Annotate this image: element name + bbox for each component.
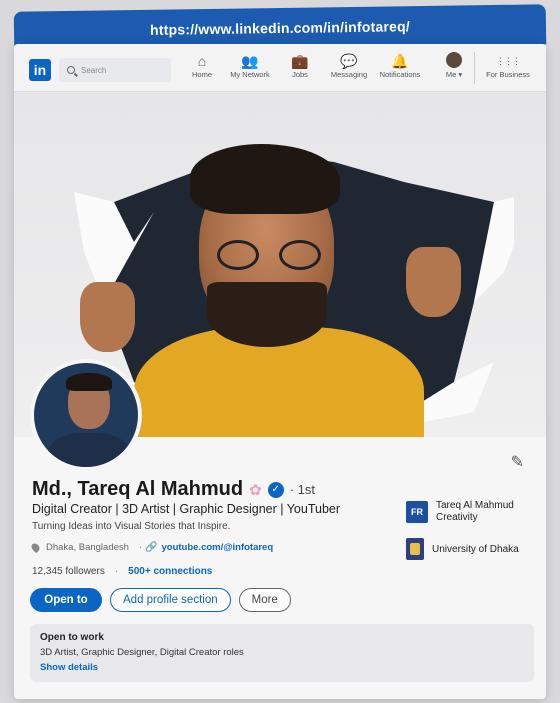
url-text: https://www.linkedin.com/in/infotareq/ — [149, 18, 411, 38]
person-glasses — [217, 240, 323, 270]
school-name: University of Dhaka — [432, 543, 519, 555]
nav-divider — [474, 52, 475, 84]
me-avatar — [446, 52, 462, 68]
bell-icon: 🔔 — [391, 53, 409, 69]
profile-headline: Digital Creator | 3D Artist | Graphic De… — [32, 502, 341, 516]
home-icon: ⌂ — [197, 53, 207, 69]
profile-name: Md., Tareq Al Mahmud — [32, 478, 244, 500]
more-button[interactable]: More — [238, 588, 291, 612]
jobs-icon: 💼 — [291, 53, 309, 69]
nav-label-notifications: Notifications — [379, 70, 421, 79]
search-input[interactable]: Search — [59, 58, 171, 82]
nav-for-business[interactable]: ⋮⋮⋮ For Business — [478, 52, 538, 79]
network-icon: 👥 — [241, 53, 259, 69]
nav-me[interactable]: Me ▾ — [424, 52, 484, 79]
location-pin-icon — [29, 541, 42, 554]
stats-row: 12,345 followers · 500+ connections — [32, 566, 212, 577]
stats-separator: · — [114, 566, 119, 577]
person-beard — [207, 282, 327, 347]
profile-avatar[interactable] — [30, 359, 142, 471]
nav-label-jobs: Jobs — [292, 70, 308, 79]
avatar-hair — [66, 373, 112, 391]
university-crest-icon — [406, 538, 424, 560]
right-hand — [406, 247, 461, 317]
grid-icon: ⋮⋮⋮ — [496, 56, 521, 66]
nav-label-business: For Business — [486, 70, 530, 79]
open-to-work-title: Open to work — [40, 632, 104, 643]
left-hand — [80, 282, 135, 352]
verified-badge-icon[interactable]: ✓ — [267, 481, 284, 498]
followers-count[interactable]: 12,345 followers — [32, 566, 105, 577]
nav-label-network: My Network — [230, 70, 270, 79]
search-icon — [67, 66, 75, 74]
messaging-icon: 💬 — [340, 53, 358, 69]
profile-location: Dhaka, Bangladesh — [46, 542, 129, 553]
profile-card: in Search ⌂ Home 👥 My Network 💼 Jobs 💬 M… — [14, 44, 546, 699]
top-nav: in Search ⌂ Home 👥 My Network 💼 Jobs 💬 M… — [14, 44, 546, 92]
name-row: Md., Tareq Al Mahmud ✿ ✓ · 1st — [32, 478, 315, 501]
person-hair — [190, 144, 340, 214]
connections-count[interactable]: 500+ connections — [128, 566, 212, 577]
open-to-work-card[interactable]: Open to work 3D Artist, Graphic Designer… — [30, 624, 534, 682]
company-name: Tareq Al Mahmud Creativity — [436, 500, 514, 523]
open-to-work-roles: 3D Artist, Graphic Designer, Digital Cre… — [40, 647, 244, 658]
open-to-button[interactable]: Open to — [30, 588, 102, 612]
flower-icon: ✿ — [249, 481, 262, 499]
action-buttons: Open to Add profile section More — [30, 588, 291, 612]
nav-label-me: Me ▾ — [445, 70, 463, 79]
show-details-link[interactable]: Show details — [40, 662, 524, 673]
avatar-suit — [48, 433, 130, 467]
add-profile-section-button[interactable]: Add profile section — [110, 588, 231, 612]
website-link[interactable]: youtube.com/@infotareq — [161, 542, 273, 553]
nav-label-messaging: Messaging — [330, 70, 368, 79]
school-entry[interactable]: University of Dhaka — [406, 538, 519, 560]
pencil-edit-icon[interactable]: ✎ — [511, 452, 524, 472]
linkedin-logo[interactable]: in — [29, 59, 51, 81]
location-row: Dhaka, Bangladesh · 🔗 youtube.com/@infot… — [29, 541, 273, 554]
search-placeholder: Search — [81, 65, 107, 75]
nav-notifications[interactable]: 🔔 Notifications — [370, 52, 430, 79]
link-icon: · 🔗 — [138, 542, 158, 553]
profile-tagline: Turning Ideas into Visual Stories that I… — [32, 521, 231, 532]
company-logo: FR — [406, 501, 428, 523]
company-entry[interactable]: FR Tareq Al Mahmud Creativity — [406, 500, 536, 524]
connection-degree: · 1st — [289, 482, 315, 497]
nav-label-home: Home — [191, 70, 212, 79]
